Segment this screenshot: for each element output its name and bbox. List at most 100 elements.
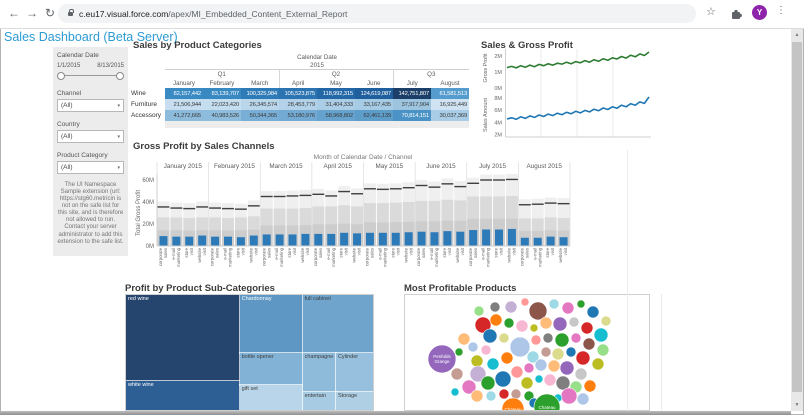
bubble[interactable] xyxy=(511,366,523,378)
bar[interactable] xyxy=(250,236,258,246)
bubble[interactable] xyxy=(451,368,463,380)
crosstab-cell[interactable]: 83,139,707 xyxy=(203,88,241,99)
gantt-tick[interactable] xyxy=(235,208,247,209)
bar[interactable] xyxy=(340,233,348,246)
treemap-tile[interactable]: champagne xyxy=(303,353,336,392)
gantt-tick[interactable] xyxy=(312,194,324,195)
crosstab-cell[interactable]: 142,751,807 xyxy=(393,88,431,99)
bar[interactable] xyxy=(301,234,309,246)
bubble[interactable] xyxy=(577,393,589,405)
gantt-tick[interactable] xyxy=(222,208,234,209)
bubble[interactable] xyxy=(471,355,483,367)
gantt-tick[interactable] xyxy=(441,183,453,184)
bubble[interactable] xyxy=(490,302,500,312)
treemap-tile[interactable]: Chardonnay xyxy=(240,295,303,353)
menu-icon[interactable]: ⋮ xyxy=(776,5,786,16)
scrollbar-thumb[interactable] xyxy=(792,42,802,392)
bubble[interactable] xyxy=(543,333,553,343)
product-category-select[interactable]: (All)▾ xyxy=(57,161,124,174)
bar[interactable] xyxy=(430,232,438,246)
gantt-tick[interactable] xyxy=(454,186,466,187)
bubble[interactable] xyxy=(511,389,521,399)
crosstab-cell[interactable]: 41,272,665 xyxy=(165,110,203,121)
bar[interactable] xyxy=(469,230,477,246)
crosstab-cell[interactable]: 100,325,984 xyxy=(241,88,279,99)
bubble[interactable] xyxy=(581,322,593,334)
bubble[interactable] xyxy=(592,358,604,370)
country-select[interactable]: (All)▾ xyxy=(57,130,124,143)
bubble[interactable] xyxy=(510,337,530,357)
bubble[interactable] xyxy=(524,363,534,373)
gantt-tick[interactable] xyxy=(493,179,505,180)
crosstab-cell[interactable]: 21,506,944 xyxy=(165,99,203,110)
bubble[interactable] xyxy=(495,371,511,387)
gantt-tick[interactable] xyxy=(196,206,208,207)
bubble[interactable] xyxy=(571,333,581,343)
bubble[interactable] xyxy=(594,328,608,342)
sales-crosstab[interactable]: Calendar Date2015Q1Q2Q3JanuaryFebruaryMa… xyxy=(131,53,469,128)
bubble[interactable] xyxy=(540,317,552,329)
crosstab-cell[interactable]: 105,523,875 xyxy=(279,88,317,99)
bubble[interactable] xyxy=(499,333,509,343)
crosstab-cell[interactable]: 40,983,526 xyxy=(203,110,241,121)
bubble[interactable] xyxy=(505,301,517,313)
bubble[interactable] xyxy=(576,351,590,365)
bar[interactable] xyxy=(185,237,193,246)
bar[interactable] xyxy=(289,234,297,246)
gantt-tick[interactable] xyxy=(183,208,195,209)
bar[interactable] xyxy=(508,229,516,246)
gantt-tick[interactable] xyxy=(158,206,170,207)
bar[interactable] xyxy=(172,237,180,246)
treemap-tile[interactable]: Cylinder xyxy=(336,353,373,392)
gantt-tick[interactable] xyxy=(325,195,337,196)
bar[interactable] xyxy=(198,236,206,246)
slider-handle-right[interactable] xyxy=(116,72,124,80)
bubble[interactable] xyxy=(521,377,533,389)
bar[interactable] xyxy=(314,234,322,246)
treemap-tile[interactable]: gift set xyxy=(240,385,303,410)
gantt-tick[interactable] xyxy=(532,204,544,205)
bubble[interactable] xyxy=(562,302,574,314)
bar[interactable] xyxy=(224,237,232,246)
crosstab-cell[interactable]: 22,023,420 xyxy=(203,99,241,110)
crosstab-cell[interactable]: 37,917,904 xyxy=(393,99,431,110)
bubble[interactable] xyxy=(504,318,514,328)
bar[interactable] xyxy=(237,237,245,246)
treemap-tile[interactable]: white wine xyxy=(126,381,240,410)
profile-avatar[interactable]: Y xyxy=(752,5,767,20)
bar[interactable] xyxy=(482,230,490,247)
bubble[interactable] xyxy=(535,375,543,383)
bubble[interactable] xyxy=(490,314,502,326)
crosstab-cell[interactable]: 28,453,779 xyxy=(279,99,317,110)
vertical-scrollbar[interactable]: ▲ ▼ xyxy=(791,29,803,411)
gantt-tick[interactable] xyxy=(519,204,531,205)
crosstab-cell[interactable]: 53,180,976 xyxy=(279,110,317,121)
gantt-tick[interactable] xyxy=(467,183,479,184)
treemap-tile[interactable]: entertain xyxy=(303,392,336,410)
gantt-tick[interactable] xyxy=(429,186,441,187)
bubble[interactable] xyxy=(468,342,478,352)
bubble[interactable] xyxy=(455,348,463,356)
bubble[interactable] xyxy=(560,361,574,375)
gantt-tick[interactable] xyxy=(506,179,518,180)
gantt-tick[interactable] xyxy=(403,187,415,188)
bubble[interactable] xyxy=(483,329,497,343)
date-range-slider[interactable] xyxy=(57,71,124,81)
crosstab-cell[interactable]: 16,925,449 xyxy=(431,99,469,110)
bubble[interactable] xyxy=(531,335,541,345)
bar[interactable] xyxy=(159,236,167,246)
bubble[interactable] xyxy=(521,298,529,306)
bar[interactable] xyxy=(263,234,271,246)
bubble[interactable] xyxy=(553,317,567,331)
address-bar[interactable]: c.eu17.visual.force.com/apex/MI_Embedded… xyxy=(58,4,696,23)
crosstab-cell[interactable]: 31,404,333 xyxy=(317,99,355,110)
treemap-tile[interactable]: full cabinet xyxy=(303,295,373,353)
bar[interactable] xyxy=(379,233,387,246)
crosstab-cell[interactable]: 124,619,087 xyxy=(355,88,393,99)
bar[interactable] xyxy=(495,230,503,247)
bar[interactable] xyxy=(547,237,555,246)
bar[interactable] xyxy=(353,233,361,246)
bubble[interactable] xyxy=(471,390,483,402)
profit-treemap[interactable]: red winewhite wineChardonnaybottle opene… xyxy=(125,294,374,411)
crosstab-cell[interactable]: 30,037,369 xyxy=(431,110,469,121)
